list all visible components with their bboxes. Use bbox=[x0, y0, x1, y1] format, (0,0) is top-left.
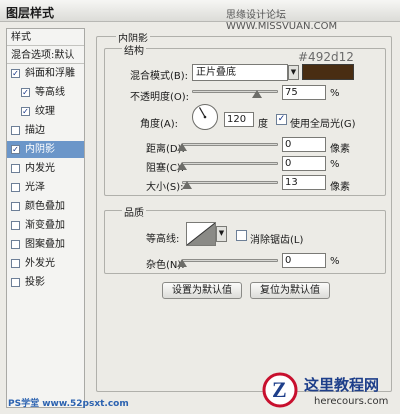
reset-default-button[interactable]: 复位为默认值 bbox=[250, 282, 330, 299]
title-bar: 图层样式 思缘设计论坛 WWW.MISSVUAN.COM bbox=[0, 0, 400, 32]
sidebar-item-label: 图案叠加 bbox=[25, 239, 65, 250]
sidebar-item-label: 光泽 bbox=[25, 182, 45, 193]
anti-alias-label: 消除锯齿(L) bbox=[250, 235, 304, 246]
sidebar-item-10[interactable]: 外发光 bbox=[7, 255, 84, 272]
sidebar-item-3[interactable]: 描边 bbox=[7, 122, 84, 139]
opacity-label: 不透明度(O): bbox=[130, 92, 190, 103]
distance-slider-thumb[interactable] bbox=[177, 143, 187, 151]
sidebar-checkbox[interactable]: ✓ bbox=[21, 88, 30, 97]
sidebar-item-0[interactable]: ✓ 斜面和浮雕 bbox=[7, 65, 84, 82]
noise-unit: % bbox=[330, 256, 340, 267]
sidebar-item-label: 描边 bbox=[25, 125, 45, 136]
noise-input[interactable]: 0 bbox=[282, 253, 326, 268]
choke-slider-thumb[interactable] bbox=[177, 162, 187, 170]
sidebar-checkbox[interactable] bbox=[11, 164, 20, 173]
sidebar-item-blend-options[interactable]: 混合选项:默认 bbox=[7, 47, 84, 64]
anti-alias-checkbox[interactable] bbox=[236, 230, 247, 241]
choke-input[interactable]: 0 bbox=[282, 156, 326, 171]
distance-slider-track[interactable] bbox=[182, 143, 278, 146]
sidebar-checkbox[interactable]: ✓ bbox=[21, 107, 30, 116]
opacity-slider-thumb[interactable] bbox=[251, 90, 262, 98]
sidebar-item-7[interactable]: 颜色叠加 bbox=[7, 198, 84, 215]
check-icon: ✓ bbox=[277, 114, 286, 124]
contour-curve-icon bbox=[187, 223, 215, 245]
watermark-bottom-left: PS学堂 www.52psxt.com bbox=[8, 399, 129, 409]
watermark-top: 思缘设计论坛 WWW.MISSVUAN.COM bbox=[226, 10, 338, 32]
color-hex-annotation: #492d12 bbox=[298, 50, 354, 64]
opacity-slider-track[interactable] bbox=[192, 90, 278, 93]
structure-title: 结构 bbox=[122, 42, 146, 57]
blend-mode-label: 混合模式(B): bbox=[130, 71, 189, 82]
shadow-color-swatch[interactable] bbox=[302, 64, 354, 80]
sidebar-item-1[interactable]: ✓ 等高线 bbox=[7, 84, 84, 101]
choke-slider-track[interactable] bbox=[182, 162, 278, 165]
chevron-down-icon[interactable]: ▼ bbox=[288, 65, 299, 80]
degree-unit: 度 bbox=[258, 119, 268, 130]
angle-dial[interactable] bbox=[192, 104, 218, 130]
sidebar-checkbox[interactable] bbox=[11, 183, 20, 192]
noise-slider-track[interactable] bbox=[182, 259, 278, 262]
noise-slider-thumb[interactable] bbox=[177, 259, 187, 267]
sidebar-item-2[interactable]: ✓ 纹理 bbox=[7, 103, 84, 120]
sidebar-item-label: 斜面和浮雕 bbox=[25, 68, 75, 79]
blend-mode-select[interactable]: 正片叠底 bbox=[192, 64, 288, 81]
global-light-label: 使用全局光(G) bbox=[290, 119, 356, 130]
sidebar-checkbox[interactable] bbox=[11, 202, 20, 211]
global-light-checkbox[interactable]: ✓ bbox=[276, 114, 287, 125]
contour-preview[interactable] bbox=[186, 222, 216, 246]
contour-chevron-down-icon[interactable]: ▼ bbox=[216, 226, 227, 242]
distance-unit: 像素 bbox=[330, 144, 350, 155]
sidebar-item-label: 内发光 bbox=[25, 163, 55, 174]
sidebar-item-label: 渐变叠加 bbox=[25, 220, 65, 231]
quality-title: 品质 bbox=[122, 204, 146, 219]
brand-url: herecours.com bbox=[314, 396, 389, 407]
sidebar-checkbox[interactable]: ✓ bbox=[11, 69, 20, 78]
angle-label: 角度(A): bbox=[140, 119, 179, 130]
sidebar-item-11[interactable]: 投影 bbox=[7, 274, 84, 291]
sidebar-item-8[interactable]: 渐变叠加 bbox=[7, 217, 84, 234]
sidebar-item-9[interactable]: 图案叠加 bbox=[7, 236, 84, 253]
sidebar-item-label: 等高线 bbox=[35, 87, 65, 98]
distance-input[interactable]: 0 bbox=[282, 137, 326, 152]
size-unit: 像素 bbox=[330, 182, 350, 193]
brand-logo-icon: Z bbox=[262, 372, 298, 408]
sidebar-checkbox[interactable] bbox=[11, 126, 20, 135]
size-label: 大小(S): bbox=[146, 182, 184, 193]
styles-sidebar: 样式 混合选项:默认 ✓ 斜面和浮雕 ✓ 等高线 ✓ 纹理描边 ✓ 内阴影内发光光泽颜色叠加渐… bbox=[6, 28, 85, 408]
sidebar-item-label: 纹理 bbox=[35, 106, 55, 117]
sidebar-checkbox[interactable]: ✓ bbox=[11, 145, 20, 154]
angle-input[interactable]: 120 bbox=[224, 112, 254, 127]
size-slider-track[interactable] bbox=[182, 181, 278, 184]
sidebar-item-label: 颜色叠加 bbox=[25, 201, 65, 212]
brand-name-cn: 这里教程网 bbox=[304, 376, 380, 394]
angle-dial-indicator bbox=[198, 107, 207, 119]
sidebar-checkbox[interactable] bbox=[11, 278, 20, 287]
sidebar-item-label: 内阴影 bbox=[25, 144, 55, 155]
sidebar-item-6[interactable]: 光泽 bbox=[7, 179, 84, 196]
sidebar-item-label: 投影 bbox=[25, 277, 45, 288]
size-input[interactable]: 13 bbox=[282, 175, 326, 190]
sidebar-checkbox[interactable] bbox=[11, 221, 20, 230]
sidebar-checkbox[interactable] bbox=[11, 240, 20, 249]
sidebar-item-5[interactable]: 内发光 bbox=[7, 160, 84, 177]
make-default-button[interactable]: 设置为默认值 bbox=[162, 282, 242, 299]
opacity-unit: % bbox=[330, 88, 340, 99]
contour-label: 等高线: bbox=[146, 234, 180, 245]
opacity-input[interactable]: 75 bbox=[282, 85, 326, 100]
size-slider-thumb[interactable] bbox=[181, 181, 192, 189]
sidebar-checkbox[interactable] bbox=[11, 259, 20, 268]
sidebar-header-styles[interactable]: 样式 bbox=[7, 29, 84, 46]
window-title: 图层样式 bbox=[6, 6, 55, 20]
sidebar-item-4[interactable]: ✓ 内阴影 bbox=[7, 141, 84, 158]
choke-unit: % bbox=[330, 159, 340, 170]
sidebar-item-label: 外发光 bbox=[25, 258, 55, 269]
